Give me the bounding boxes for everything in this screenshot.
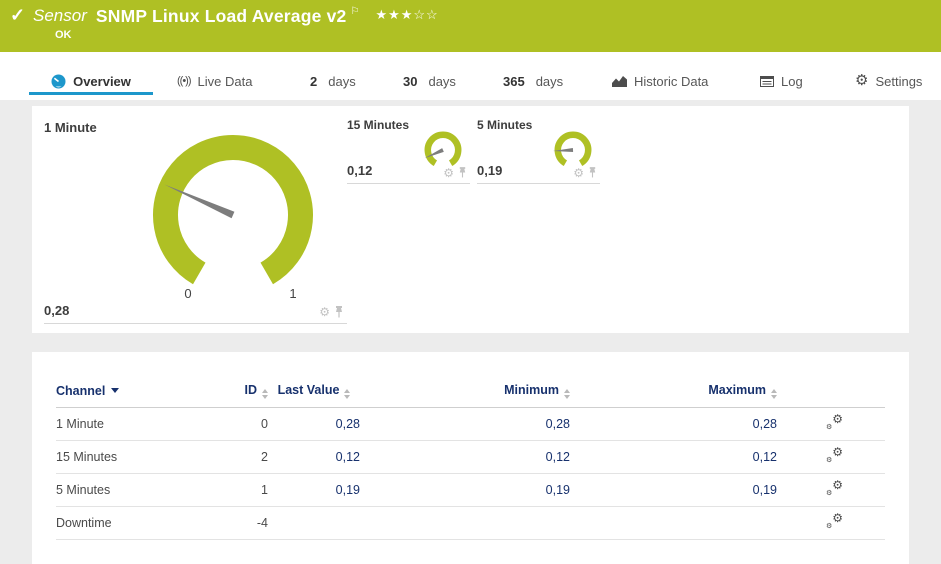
- gauge-tile-5-minutes: 5 Minutes 0,19 ⚙: [477, 112, 600, 184]
- cell-val: [570, 506, 777, 540]
- cell-val: 0,12: [360, 440, 570, 474]
- tab-30-days[interactable]: 30 days: [403, 52, 456, 100]
- settings-gear-icon: ⚙: [855, 72, 869, 89]
- cell-val: [360, 506, 570, 540]
- channels-table: Channel ID Last Value Minimum Maximum 1 …: [56, 382, 885, 540]
- tab-historic-data[interactable]: Historic Data: [612, 52, 708, 100]
- tab-label: Settings: [875, 73, 923, 89]
- tab-label: Historic Data: [634, 73, 709, 89]
- cell-val: 0,19: [268, 473, 360, 507]
- sort-header-last-value[interactable]: Last Value: [268, 382, 360, 408]
- cell-channel: 15 Minutes: [56, 440, 196, 474]
- tab-overview[interactable]: Overview: [29, 52, 153, 100]
- sort-icon: [771, 389, 777, 399]
- cell-id: -4: [196, 506, 268, 540]
- gauge-pin-icon[interactable]: [588, 167, 597, 178]
- tab-label: days: [535, 73, 564, 89]
- tab-label: days: [428, 73, 456, 89]
- gauge-title: 15 Minutes: [347, 118, 410, 132]
- sensor-title: SNMP Linux Load Average v2: [95, 6, 347, 26]
- channel-settings-icon[interactable]: ⚙ ⚙: [826, 511, 843, 530]
- live-data-icon: ((•)): [177, 75, 191, 87]
- tab-number: 365: [503, 73, 525, 89]
- cell-val: [268, 506, 360, 540]
- gauge-scale-min: 0: [184, 286, 192, 301]
- sort-desc-icon: [111, 388, 120, 393]
- channel-settings-icon[interactable]: ⚙ ⚙: [826, 445, 843, 464]
- tab-number: 2: [310, 73, 318, 89]
- sensor-kind-label: Sensor: [33, 6, 87, 25]
- tab-label: Live Data: [197, 73, 253, 89]
- gauge-tile-1-minute: 1 Minute 0 1 0,28 ⚙: [44, 112, 347, 324]
- channel-settings-icon[interactable]: ⚙ ⚙: [826, 412, 843, 431]
- gauge-settings-gear-icon[interactable]: ⚙: [443, 167, 454, 179]
- gauge-value: 0,19: [477, 163, 503, 178]
- gauge-pin-icon[interactable]: [334, 306, 344, 318]
- cell-channel: Downtime: [56, 506, 196, 540]
- sort-header-channel[interactable]: Channel: [56, 382, 196, 408]
- gauge-title: 5 Minutes: [477, 118, 533, 132]
- sort-header-minimum[interactable]: Minimum: [360, 382, 570, 408]
- gauge-settings-gear-icon[interactable]: ⚙: [573, 167, 584, 179]
- channel-row-5-minutes: 5 Minutes 1 0,19 0,19 0,19 ⚙ ⚙: [56, 473, 885, 507]
- cell-channel: 1 Minute: [56, 407, 196, 441]
- gauge-icon: [51, 74, 66, 89]
- cell-id: 1: [196, 473, 268, 507]
- tab-label: Overview: [73, 73, 131, 89]
- gauges-card: 1 Minute 0 1 0,28 ⚙ 15 Minutes 0,12 ⚙ 5 …: [32, 106, 909, 333]
- cell-id: 0: [196, 407, 268, 441]
- channel-row-downtime: Downtime -4 ⚙ ⚙: [56, 506, 885, 540]
- sort-icon: [344, 389, 351, 399]
- gauge-scale-max: 1: [289, 286, 297, 301]
- gauge-value: 0,12: [347, 163, 373, 178]
- sensor-status-bar: ✓ Sensor SNMP Linux Load Average v2 ⚐ ★★…: [0, 0, 941, 52]
- cell-val: 0,19: [360, 473, 570, 507]
- tab-label: days: [328, 73, 356, 89]
- channels-card: Channel ID Last Value Minimum Maximum 1 …: [32, 352, 909, 564]
- cell-val: 0,28: [570, 407, 777, 441]
- tab-live-data[interactable]: ((•)) Live Data: [177, 52, 252, 100]
- gauge-value: 0,28: [44, 303, 70, 318]
- cell-val: 0,28: [268, 407, 360, 441]
- cell-val: 0,28: [360, 407, 570, 441]
- cell-val: 0,12: [570, 440, 777, 474]
- sort-icon: [564, 389, 570, 399]
- page-content: 1 Minute 0 1 0,28 ⚙ 15 Minutes 0,12 ⚙ 5 …: [0, 100, 941, 564]
- gauge-tile-15-minutes: 15 Minutes 0,12 ⚙: [347, 112, 470, 184]
- tab-label: Log: [781, 73, 803, 89]
- sort-header-id[interactable]: ID: [196, 382, 268, 408]
- channel-settings-icon[interactable]: ⚙ ⚙: [826, 478, 843, 497]
- sort-icon: [262, 389, 268, 399]
- tab-2-days[interactable]: 2 days: [310, 52, 356, 100]
- gauge-title: 1 Minute: [44, 120, 97, 135]
- sensor-status-text: OK: [55, 29, 72, 41]
- channel-row-1-minute: 1 Minute 0 0,28 0,28 0,28 ⚙ ⚙: [56, 407, 885, 441]
- status-ok-check-icon: ✓: [10, 5, 26, 25]
- flag-icon[interactable]: ⚐: [350, 6, 359, 17]
- log-icon: [760, 75, 774, 87]
- priority-stars[interactable]: ★★★☆☆: [375, 7, 438, 23]
- channel-row-15-minutes: 15 Minutes 2 0,12 0,12 0,12 ⚙ ⚙: [56, 440, 885, 474]
- gauge-settings-gear-icon[interactable]: ⚙: [319, 306, 330, 318]
- historic-data-icon: [612, 75, 627, 87]
- cell-val: 0,19: [570, 473, 777, 507]
- cell-val: 0,12: [268, 440, 360, 474]
- tab-bar: Overview ((•)) Live Data 2 days 30 days 365 days…: [0, 52, 941, 100]
- tab-365-days[interactable]: 365 days: [503, 52, 563, 100]
- sort-header-maximum[interactable]: Maximum: [570, 382, 777, 408]
- tab-number: 30: [403, 73, 418, 89]
- tab-log[interactable]: Log: [760, 52, 803, 100]
- tab-settings[interactable]: ⚙ Settings: [855, 52, 922, 100]
- cell-channel: 5 Minutes: [56, 473, 196, 507]
- cell-id: 2: [196, 440, 268, 474]
- gauge-pin-icon[interactable]: [458, 167, 467, 178]
